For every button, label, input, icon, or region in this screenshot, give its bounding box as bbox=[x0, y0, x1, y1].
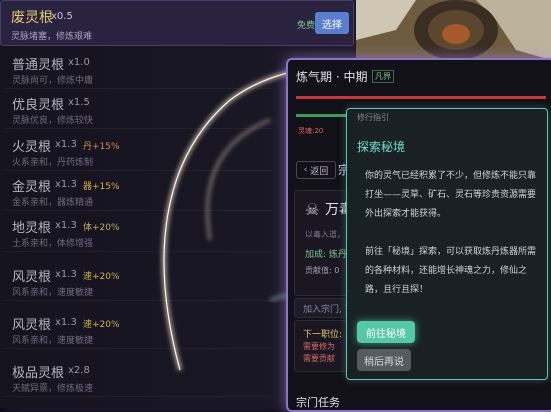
root-multiplier: x1.3 bbox=[55, 220, 77, 231]
root-item[interactable]: 火灵根 x1.3 丹+15% 火系亲和，丹药炼制 bbox=[4, 132, 272, 171]
root-multiplier: x1.0 bbox=[68, 57, 90, 68]
guide-paragraph: 你的灵气已经积累了不少，但修炼不能只靠打坐——灵草、矿石、灵石等珍贵资源需要外出… bbox=[365, 171, 537, 219]
next-rank-label: 下一职位: bbox=[303, 330, 343, 340]
soul-value: 灵魂:20 bbox=[298, 127, 324, 135]
root-multiplier: x1.5 bbox=[68, 97, 90, 108]
root-name: 优良灵根 bbox=[12, 98, 65, 113]
later-button[interactable]: 稍后再说 bbox=[357, 349, 411, 371]
root-bonus: 体+20% bbox=[83, 223, 120, 233]
root-multiplier: x0.5 bbox=[51, 11, 73, 22]
sect-description: 以毒入道， bbox=[305, 230, 345, 239]
sect-contribution: 贡献值: 0 bbox=[305, 266, 340, 275]
root-bonus: 速+20% bbox=[83, 272, 120, 282]
root-name: 风灵根 bbox=[12, 270, 52, 285]
root-name: 废灵根 bbox=[11, 10, 53, 26]
root-name: 极品灵根 bbox=[12, 366, 65, 381]
root-item[interactable]: 优良灵根 x1.5 灵脉优良，修炼较快 bbox=[4, 90, 272, 129]
requirement-cultivation: 需要修为 bbox=[303, 342, 335, 351]
root-bonus: 器+15% bbox=[83, 182, 120, 192]
skull-icon: ☠ bbox=[305, 200, 320, 219]
root-multiplier: x1.3 bbox=[55, 269, 77, 280]
root-name: 普通灵根 bbox=[12, 58, 65, 73]
root-multiplier: x1.3 bbox=[55, 139, 77, 150]
realm-badge: 凡界 bbox=[372, 70, 394, 83]
cultivation-stage-title: 炼气期 · 中期 bbox=[296, 70, 368, 84]
root-multiplier: x2.8 bbox=[68, 365, 90, 376]
root-description: 火系亲和，丹药炼制 bbox=[12, 158, 94, 168]
requirement-contribution: 需要贡献 bbox=[303, 354, 335, 363]
sect-bonus: 加成: 炼丹 bbox=[305, 250, 347, 260]
root-description: 灵脉堵塞，修炼艰难 bbox=[11, 32, 93, 42]
free-tag: 免费 bbox=[297, 21, 316, 31]
root-name: 火灵根 bbox=[12, 140, 52, 155]
root-multiplier: x1.3 bbox=[55, 317, 77, 328]
root-description: 灵脉优良，修炼较快 bbox=[12, 116, 94, 126]
guide-popup: 修行指引 探索秘境 你的灵气已经积累了不少，但修炼不能只靠打坐——灵草、矿石、灵… bbox=[346, 108, 548, 380]
root-name: 地灵根 bbox=[12, 221, 52, 236]
back-button[interactable]: ‹ 返回 bbox=[296, 161, 336, 179]
guide-title: 探索秘境 bbox=[357, 140, 406, 154]
root-item[interactable]: 地灵根 x1.3 体+20% 土系亲和，体修增强 bbox=[4, 213, 272, 252]
root-description: 风系亲和，速度敏捷 bbox=[12, 288, 94, 298]
root-description: 土系亲和，体修增强 bbox=[12, 239, 94, 249]
root-name: 金灵根 bbox=[12, 180, 52, 195]
root-item[interactable]: 普通灵根 x1.0 灵脉尚可，修炼中庸 bbox=[4, 50, 272, 89]
root-item-selected[interactable]: 废灵根 x0.5 灵脉堵塞，修炼艰难 免费 选择 bbox=[0, 0, 354, 46]
root-item[interactable]: 风灵根 x1.3 速+20% 风系亲和，速度敏捷 bbox=[4, 262, 272, 301]
root-bonus: 速+20% bbox=[83, 320, 120, 330]
root-description: 风系亲和，速度敏捷 bbox=[12, 336, 94, 346]
root-multiplier: x1.3 bbox=[55, 179, 77, 190]
guide-paragraph: 前往「秘境」探索，可以获取炼丹炼器所需的各种材料，还能增长神魂之力，修仙之路，且… bbox=[365, 247, 537, 295]
go-explore-button[interactable]: 前往秘境 bbox=[357, 321, 415, 343]
root-bonus: 丹+15% bbox=[83, 142, 120, 152]
root-description: 灵脉尚可，修炼中庸 bbox=[12, 76, 94, 86]
select-button[interactable]: 选择 bbox=[315, 12, 349, 34]
root-item[interactable]: 风灵根 x1.3 速+20% 风系亲和，速度敏捷 bbox=[4, 310, 272, 349]
guide-body: 你的灵气已经积累了不少，但修炼不能只靠打坐——灵草、矿石、灵石等珍贵资源需要外出… bbox=[365, 167, 537, 319]
root-name: 风灵根 bbox=[12, 318, 52, 333]
root-item[interactable]: 金灵根 x1.3 器+15% 金系亲和，器炼精通 bbox=[4, 172, 272, 211]
root-item[interactable]: 极品灵根 x2.8 天赋异禀，修炼极速 bbox=[4, 358, 272, 397]
health-bar bbox=[296, 96, 546, 99]
root-description: 天赋异禀，修炼极速 bbox=[12, 384, 94, 394]
guide-label: 修行指引 bbox=[357, 113, 389, 122]
root-description: 金系亲和，器炼精通 bbox=[12, 198, 94, 208]
back-label: 返回 bbox=[310, 166, 329, 177]
